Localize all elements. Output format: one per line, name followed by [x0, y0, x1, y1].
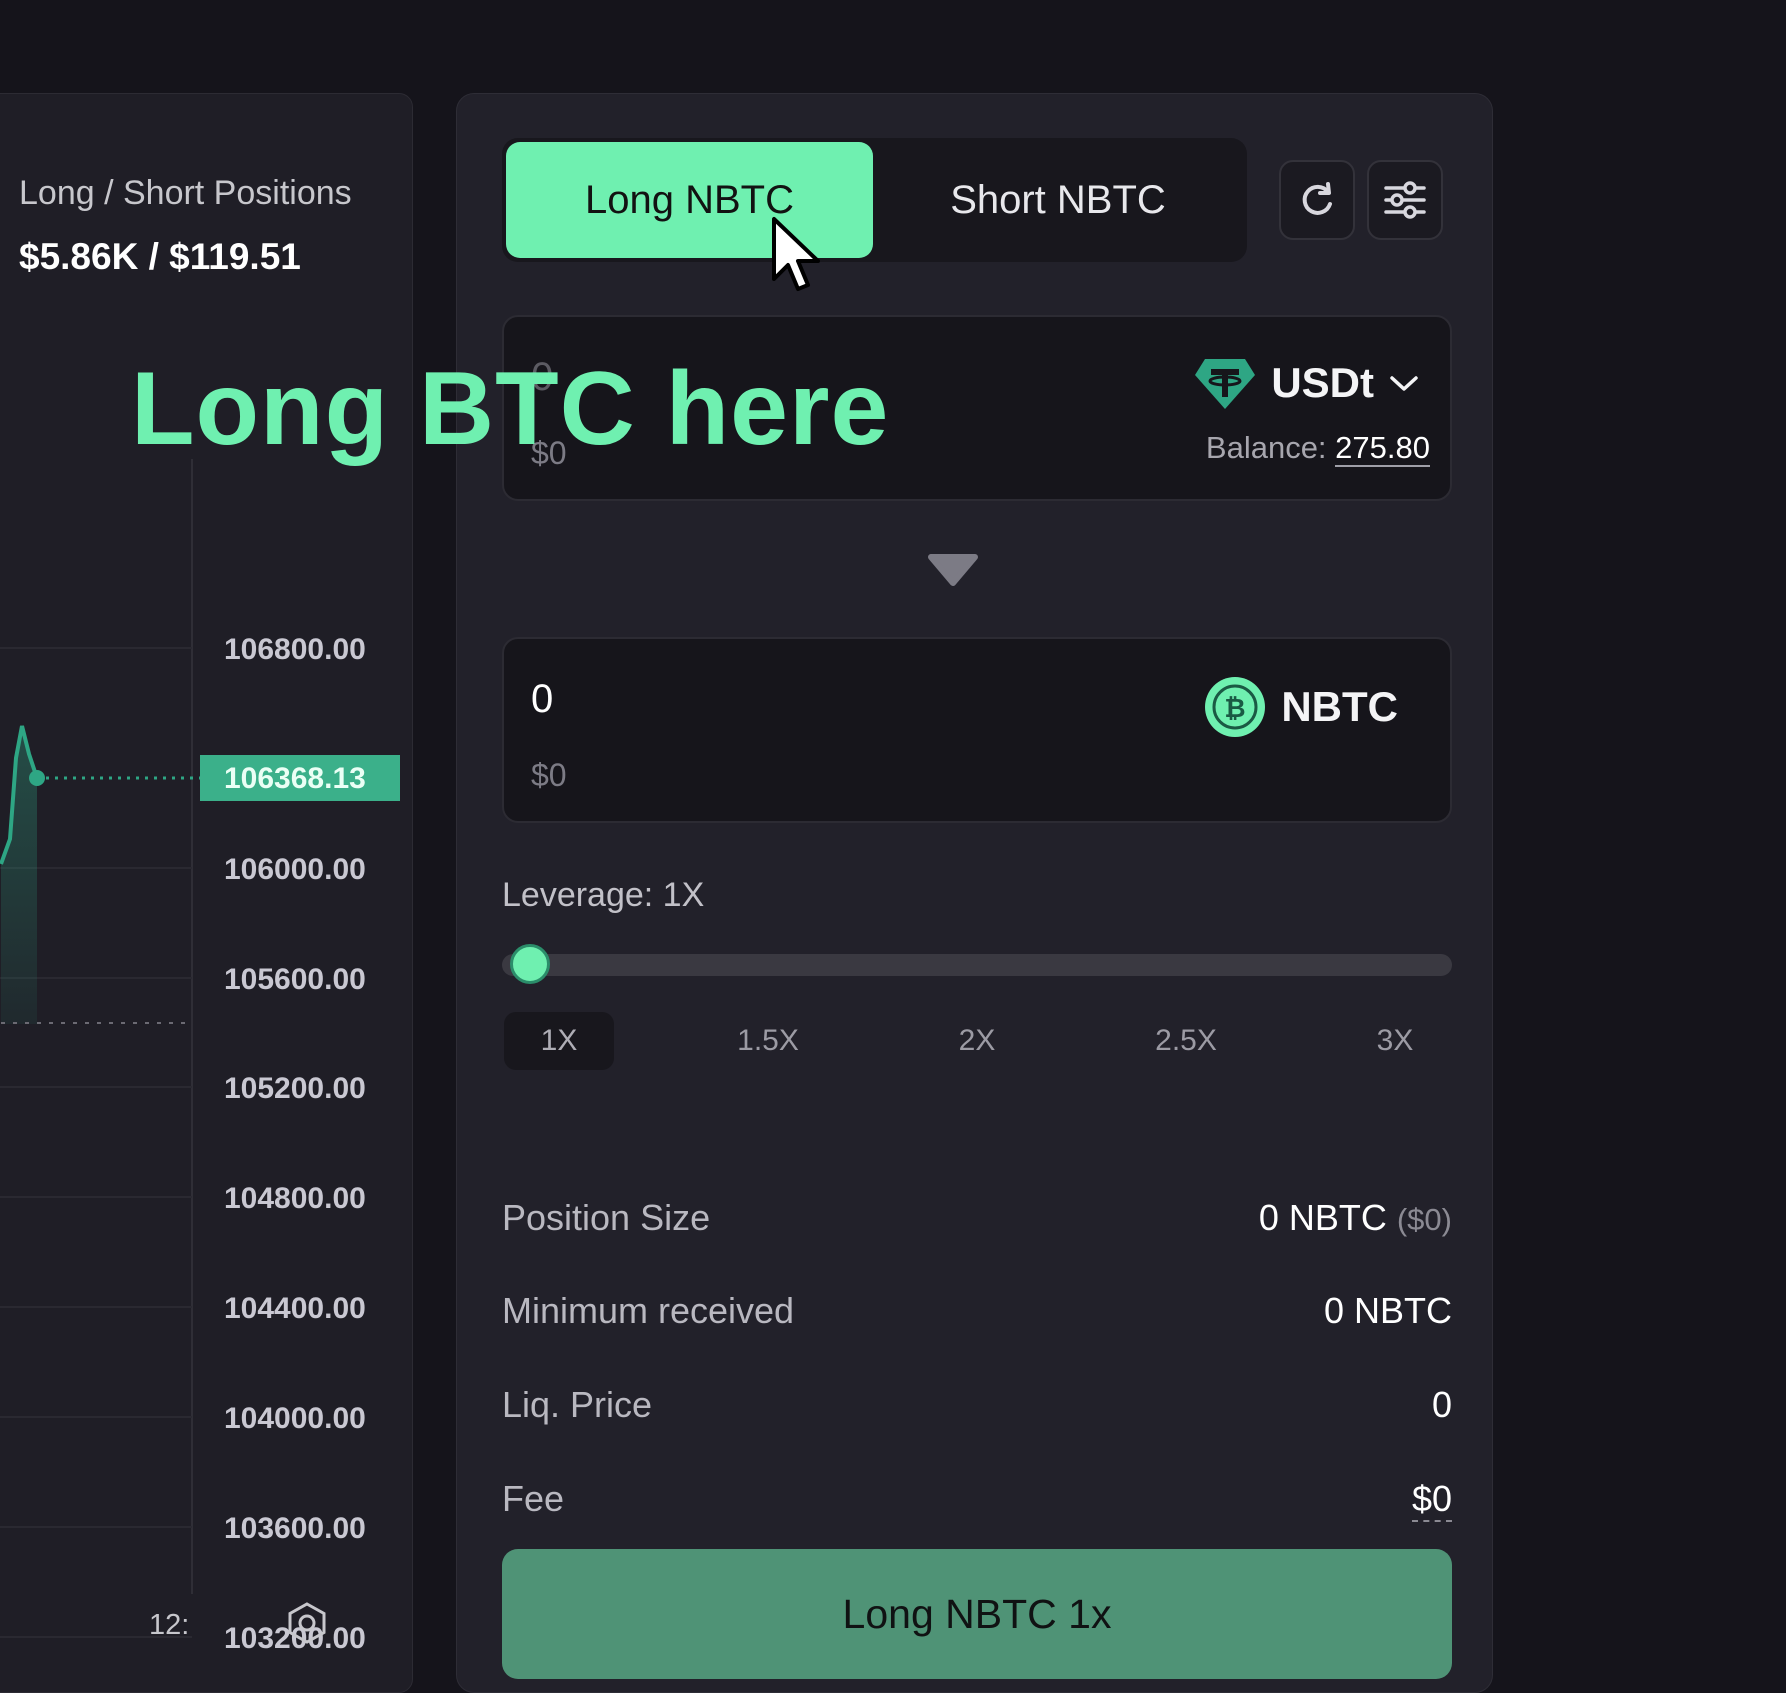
pay-balance: Balance: 275.80 [1205, 430, 1430, 467]
price-area [1, 726, 37, 1024]
overlay-caption: Long BTC here [131, 351, 890, 467]
time-axis-label: 12: [149, 1609, 190, 1641]
price-tick-label: 106800.00 [224, 633, 366, 666]
position-size-label: Position Size [502, 1197, 711, 1238]
price-tick-label: 106000.00 [224, 853, 366, 886]
leverage-option[interactable]: 1X [504, 1012, 614, 1070]
tether-icon [1195, 359, 1256, 409]
leverage-slider-thumb[interactable] [510, 944, 550, 984]
svg-text:₿: ₿ [1225, 694, 1246, 724]
receive-token-label: NBTC [1281, 683, 1398, 730]
position-size-value: 0 NBTC ($0) [1259, 1197, 1452, 1239]
position-size-usd: ($0) [1396, 1202, 1452, 1237]
fee-value[interactable]: $0 [1411, 1478, 1452, 1522]
leverage-option[interactable]: 2X [922, 1012, 1032, 1070]
fee-row: Fee $0 [502, 1478, 1452, 1528]
min-received-label: Minimum received [502, 1290, 795, 1331]
long-submit-button[interactable]: Long NBTC 1x [502, 1549, 1452, 1679]
refresh-icon [1302, 182, 1332, 215]
leverage-slider-track[interactable] [502, 954, 1452, 976]
price-tick-label: 105600.00 [224, 963, 366, 996]
price-tick-label: 103600.00 [224, 1512, 366, 1545]
settings-button[interactable] [1367, 160, 1443, 240]
leverage-label: Leverage: 1X [502, 876, 705, 914]
liq-price-row: Liq. Price 0 [502, 1384, 1452, 1434]
pay-token-selector[interactable]: USDt [1193, 355, 1420, 411]
cursor-icon [772, 217, 820, 291]
min-received-row: Minimum received 0 NBTC [502, 1290, 1452, 1340]
current-price-text: 106368.13 [224, 762, 366, 795]
bitcoin-icon: ₿ [1205, 677, 1266, 737]
chevron-down-icon [1390, 376, 1418, 391]
liq-price-value: 0 [1431, 1384, 1452, 1425]
price-chart[interactable]: 106368.13 106800.00 106000.00 105600.00 105… [0, 94, 413, 1693]
leverage-option[interactable]: 1.5X [713, 1012, 823, 1070]
price-tick-label: 105200.00 [224, 1072, 366, 1105]
refresh-button[interactable] [1279, 160, 1355, 240]
position-size-amount: 0 NBTC [1258, 1197, 1387, 1238]
fee-label: Fee [502, 1478, 565, 1519]
receive-token: ₿ NBTC [1203, 675, 1398, 739]
price-tick-label: 104000.00 [224, 1402, 366, 1435]
tab-short[interactable]: Short NBTC [874, 142, 1242, 258]
chart-settings-icon[interactable] [286, 1602, 328, 1644]
balance-value[interactable]: 275.80 [1335, 430, 1430, 467]
price-chart-panel: Long / Short Positions $5.86K / $119.51 … [0, 93, 413, 1693]
position-size-row: Position Size 0 NBTC ($0) [502, 1197, 1452, 1247]
sliders-icon [1384, 181, 1426, 219]
pay-token-label: USDt [1271, 359, 1374, 406]
receive-amount-input[interactable]: 0 [531, 677, 553, 722]
trade-panel: Long NBTC Short NBTC 0 $0 USDt Balance: … [456, 93, 1493, 1693]
triangle-down-icon[interactable] [927, 553, 979, 587]
liq-price-label: Liq. Price [502, 1384, 653, 1425]
price-tick-label: 104800.00 [224, 1182, 366, 1215]
price-tick-label: 104400.00 [224, 1292, 366, 1325]
side-tabs: Long NBTC Short NBTC [502, 138, 1247, 262]
receive-usd-value: $0 [531, 757, 567, 793]
leverage-options: 1X 1.5X 2X 2.5X 3X [502, 1012, 1452, 1070]
leverage-option[interactable]: 2.5X [1131, 1012, 1241, 1070]
receive-input-box[interactable]: 0 $0 ₿ NBTC [502, 637, 1452, 823]
leverage-option[interactable]: 3X [1340, 1012, 1450, 1070]
min-received-value: 0 NBTC [1323, 1290, 1452, 1331]
balance-label: Balance: [1205, 430, 1327, 465]
current-price-dot [29, 770, 45, 786]
